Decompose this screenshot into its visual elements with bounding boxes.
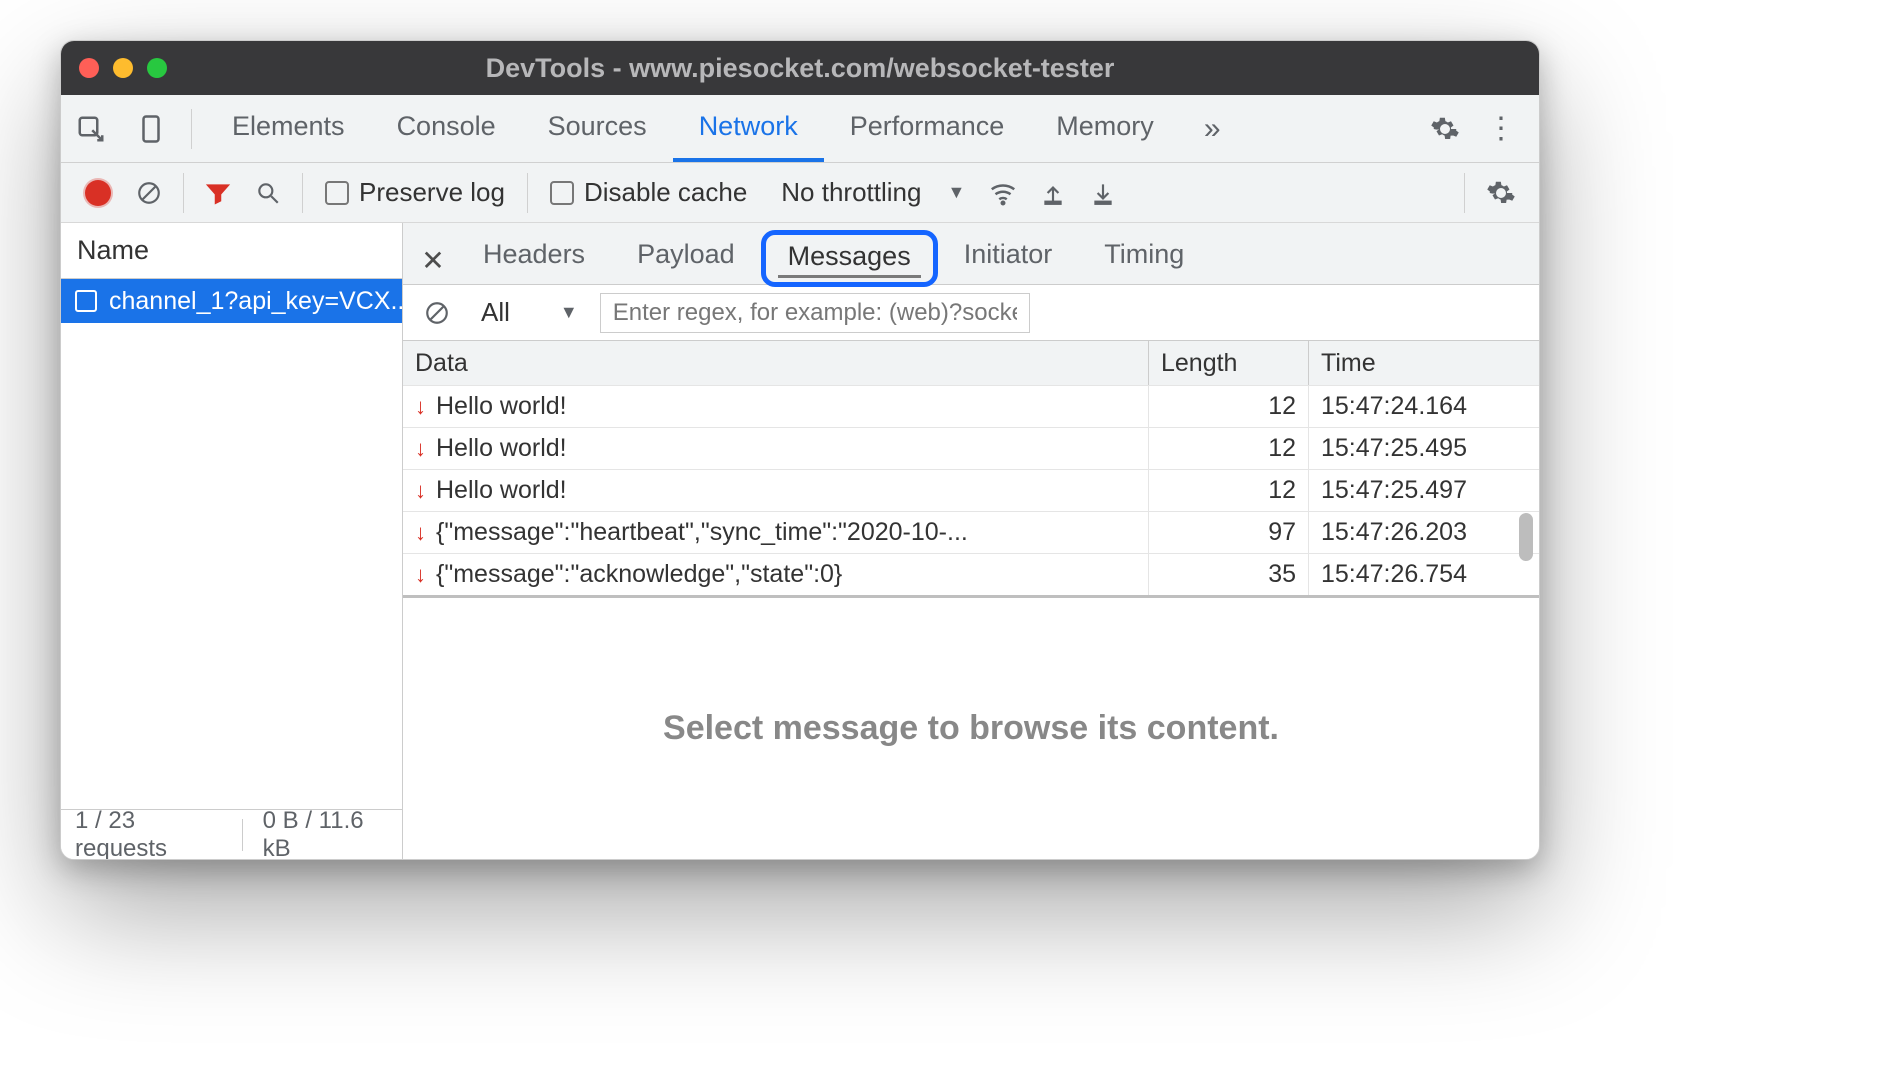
separator (1464, 173, 1465, 213)
request-label: channel_1?api_key=VCX... (109, 287, 402, 316)
record-button[interactable] (85, 180, 111, 206)
message-data: Hello world! (436, 392, 567, 421)
arrow-down-icon: ↓ (415, 562, 426, 588)
close-detail-icon[interactable]: ✕ (409, 236, 457, 284)
devtools-window: DevTools - www.piesocket.com/websocket-t… (60, 40, 1540, 860)
col-time-header[interactable]: Time (1309, 341, 1539, 385)
message-time: 15:47:24.164 (1309, 386, 1539, 427)
message-row[interactable]: ↓ Hello world! 1215:47:25.495 (403, 427, 1539, 469)
throttling-label: No throttling (781, 177, 921, 208)
websocket-icon (75, 290, 97, 312)
window-title: DevTools - www.piesocket.com/websocket-t… (61, 53, 1539, 84)
message-row[interactable]: ↓ Hello world! 1215:47:24.164 (403, 385, 1539, 427)
requests-name-header[interactable]: Name (61, 223, 402, 279)
requests-footer: 1 / 23 requests 0 B / 11.6 kB (61, 809, 402, 859)
window-titlebar: DevTools - www.piesocket.com/websocket-t… (61, 41, 1539, 95)
inspect-element-icon[interactable] (65, 103, 117, 155)
network-settings-gear-icon[interactable] (1477, 169, 1525, 217)
detail-pane: ✕ HeadersPayloadMessagesInitiatorTiming … (403, 223, 1539, 859)
messages-filter-row: All ▼ (403, 285, 1539, 341)
message-time: 15:47:25.495 (1309, 428, 1539, 469)
message-row[interactable]: ↓ {"message":"heartbeat","sync_time":"202… (403, 511, 1539, 553)
zoom-window-button[interactable] (147, 58, 167, 78)
message-length: 12 (1149, 470, 1309, 511)
tab-sources[interactable]: Sources (522, 95, 673, 162)
network-body: Name channel_1?api_key=VCX... 1 / 23 req… (61, 223, 1539, 859)
more-tabs-icon[interactable]: » (1188, 112, 1237, 146)
tab-memory[interactable]: Memory (1030, 95, 1180, 162)
chevron-down-icon: ▼ (947, 182, 965, 203)
message-data: Hello world! (436, 476, 567, 505)
more-menu-icon[interactable]: ⋮ (1477, 105, 1525, 153)
chevron-down-icon: ▼ (560, 302, 578, 323)
separator (191, 109, 192, 149)
message-time: 15:47:25.497 (1309, 470, 1539, 511)
toggle-device-icon[interactable] (125, 103, 177, 155)
search-icon[interactable] (246, 171, 290, 215)
message-length: 12 (1149, 386, 1309, 427)
message-data: Hello world! (436, 434, 567, 463)
message-row[interactable]: ↓ {"message":"acknowledge","state":0} 3515… (403, 553, 1539, 595)
detail-tabs: ✕ HeadersPayloadMessagesInitiatorTiming (403, 223, 1539, 285)
tab-network[interactable]: Network (673, 95, 824, 162)
filter-icon[interactable] (196, 171, 240, 215)
message-length: 97 (1149, 512, 1309, 553)
message-filter-input[interactable] (600, 293, 1030, 333)
network-conditions-icon[interactable] (981, 171, 1025, 215)
message-time: 15:47:26.203 (1309, 512, 1539, 553)
main-tabs-row: ElementsConsoleSourcesNetworkPerformance… (61, 95, 1539, 163)
tab-performance[interactable]: Performance (824, 95, 1031, 162)
clear-messages-icon[interactable] (415, 291, 459, 335)
arrow-down-icon: ↓ (415, 478, 426, 504)
detail-tab-payload[interactable]: Payload (611, 229, 761, 285)
arrow-down-icon: ↓ (415, 436, 426, 462)
detail-tab-timing[interactable]: Timing (1078, 229, 1210, 285)
detail-tab-messages[interactable]: Messages (761, 230, 938, 287)
requests-size: 0 B / 11.6 kB (263, 807, 388, 861)
traffic-lights (79, 58, 167, 78)
settings-gear-icon[interactable] (1421, 105, 1469, 153)
arrow-down-icon: ↓ (415, 520, 426, 546)
message-type-dropdown[interactable]: All ▼ (473, 297, 586, 328)
minimize-window-button[interactable] (113, 58, 133, 78)
separator (302, 173, 303, 213)
scrollbar-thumb[interactable] (1519, 513, 1533, 561)
message-length: 12 (1149, 428, 1309, 469)
message-time: 15:47:26.754 (1309, 554, 1539, 595)
disable-cache-checkbox[interactable]: Disable cache (550, 177, 747, 208)
separator (527, 173, 528, 213)
message-data: {"message":"acknowledge","state":0} (436, 560, 842, 589)
clear-log-icon[interactable] (127, 171, 171, 215)
message-data: {"message":"heartbeat","sync_time":"2020… (436, 518, 968, 547)
requests-pane: Name channel_1?api_key=VCX... 1 / 23 req… (61, 223, 403, 859)
messages-table: Data Length Time ↓Hello world!1215:47:24… (403, 341, 1539, 598)
download-har-icon[interactable] (1081, 171, 1125, 215)
disable-cache-label: Disable cache (584, 177, 747, 208)
throttling-dropdown[interactable]: No throttling ▼ (781, 177, 965, 208)
network-toolbar: Preserve log Disable cache No throttling… (61, 163, 1539, 223)
col-length-header[interactable]: Length (1149, 341, 1309, 385)
arrow-down-icon: ↓ (415, 394, 426, 420)
requests-count: 1 / 23 requests (75, 807, 222, 861)
preserve-log-checkbox[interactable]: Preserve log (325, 177, 505, 208)
message-length: 35 (1149, 554, 1309, 595)
tab-elements[interactable]: Elements (206, 95, 371, 162)
message-type-label: All (481, 297, 510, 328)
preserve-log-label: Preserve log (359, 177, 505, 208)
detail-tab-initiator[interactable]: Initiator (938, 229, 1079, 285)
upload-har-icon[interactable] (1031, 171, 1075, 215)
separator (183, 173, 184, 213)
col-data-header[interactable]: Data (403, 341, 1149, 385)
close-window-button[interactable] (79, 58, 99, 78)
request-row[interactable]: channel_1?api_key=VCX... (61, 279, 402, 323)
message-row[interactable]: ↓ Hello world! 1215:47:25.497 (403, 469, 1539, 511)
tab-console[interactable]: Console (371, 95, 522, 162)
message-detail-placeholder: Select message to browse its content. (403, 598, 1539, 859)
detail-tab-headers[interactable]: Headers (457, 229, 611, 285)
